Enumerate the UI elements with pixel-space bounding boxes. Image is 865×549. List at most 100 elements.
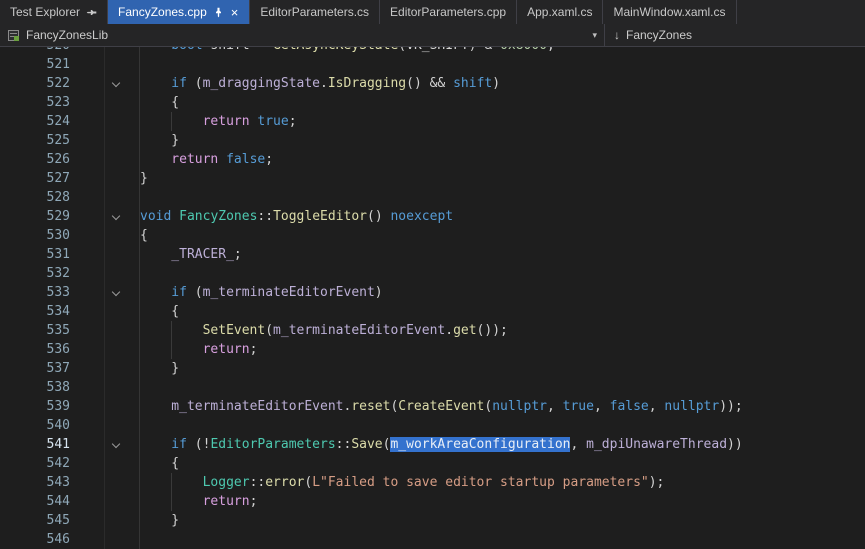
code-line[interactable]: 543Logger::error(L"Failed to save editor…: [0, 473, 865, 492]
project-dropdown-label: FancyZonesLib: [26, 28, 108, 42]
line-number: 541: [0, 435, 78, 454]
code-editor[interactable]: 520bool shift = GetAsyncKeyState(VK_SHIF…: [0, 47, 865, 549]
code-text: void FancyZones::ToggleEditor() noexcept: [140, 207, 865, 226]
code-line[interactable]: 539m_terminateEditorEvent.reset(CreateEv…: [0, 397, 865, 416]
token: (: [304, 475, 312, 490]
code-line[interactable]: 541 if (!EditorParameters::Save(m_workAre…: [0, 435, 865, 454]
code-line[interactable]: 532: [0, 264, 865, 283]
code-line[interactable]: 544return;: [0, 492, 865, 511]
code-line[interactable]: 531_TRACER_;: [0, 245, 865, 264]
token: _TRACER_: [171, 247, 234, 262]
fold-margin: [78, 397, 140, 416]
indent-space: [140, 302, 171, 321]
tool-window-tab-test-explorer[interactable]: Test Explorer: [0, 0, 108, 24]
indent-space: [140, 47, 171, 55]
token: (!: [187, 437, 210, 452]
code-text: if (m_draggingState.IsDragging() && shif…: [140, 74, 865, 93]
tab-App.xaml.cs[interactable]: App.xaml.cs: [517, 0, 603, 24]
fold-margin: [78, 530, 140, 549]
code-line[interactable]: 538: [0, 378, 865, 397]
pin-icon[interactable]: [213, 7, 224, 18]
code-line[interactable]: 536return;: [0, 340, 865, 359]
token: IsDragging: [328, 76, 406, 91]
indent-space: [140, 340, 171, 359]
code-line[interactable]: 540: [0, 416, 865, 435]
indent-space: [140, 131, 171, 150]
code-line[interactable]: 526return false;: [0, 150, 865, 169]
code-line[interactable]: 523{: [0, 93, 865, 112]
code-line[interactable]: 522if (m_draggingState.IsDragging() && s…: [0, 74, 865, 93]
token: ToggleEditor: [273, 209, 367, 224]
indent-space: [140, 473, 171, 492]
down-arrow-icon: ↓: [614, 28, 620, 42]
code-line[interactable]: 542{: [0, 454, 865, 473]
indent-space: [140, 112, 171, 131]
tab-label: MainWindow.xaml.cs: [613, 5, 725, 19]
code-text: [140, 416, 865, 435]
token: VK_SHIFT: [406, 47, 469, 53]
fold-margin: [78, 473, 140, 492]
code-text: return true;: [140, 112, 865, 131]
token: }: [171, 133, 179, 148]
token: if: [171, 437, 187, 452]
token: nullptr: [492, 399, 547, 414]
line-number: 537: [0, 359, 78, 378]
code-line[interactable]: 546: [0, 530, 865, 549]
code-text: if (!EditorParameters::Save(m_workAreaCo…: [140, 435, 865, 454]
code-line[interactable]: 529void FancyZones::ToggleEditor() noexc…: [0, 207, 865, 226]
member-dropdown-label: FancyZones: [626, 28, 692, 42]
token: ;: [289, 114, 297, 129]
code-line[interactable]: 521: [0, 55, 865, 74]
code-line[interactable]: 525}: [0, 131, 865, 150]
token: false: [226, 152, 265, 167]
token: EditorParameters: [210, 437, 335, 452]
fold-collapse-icon[interactable]: [112, 440, 120, 448]
indent-space: [140, 150, 171, 169]
token: ;: [250, 494, 258, 509]
code-text: }: [140, 131, 865, 150]
code-text: [140, 55, 865, 74]
code-line[interactable]: 535SetEvent(m_terminateEditorEvent.get()…: [0, 321, 865, 340]
code-line[interactable]: 537}: [0, 359, 865, 378]
fold-margin: [78, 245, 140, 264]
line-number: 535: [0, 321, 78, 340]
project-dropdown[interactable]: FancyZonesLib ▾: [0, 24, 605, 46]
code-line[interactable]: 534{: [0, 302, 865, 321]
code-text: [140, 378, 865, 397]
close-icon[interactable]: ×: [230, 6, 240, 19]
code-line[interactable]: 545}: [0, 511, 865, 530]
token: shift: [453, 76, 492, 91]
code-line[interactable]: 520bool shift = GetAsyncKeyState(VK_SHIF…: [0, 47, 865, 55]
chevron-down-icon[interactable]: ▾: [592, 30, 597, 41]
token: ): [375, 285, 383, 300]
fold-collapse-icon[interactable]: [112, 288, 120, 296]
token: GetAsyncKeyState: [273, 47, 398, 53]
code-line[interactable]: 524return true;: [0, 112, 865, 131]
fold-collapse-icon[interactable]: [112, 79, 120, 87]
code-text: }: [140, 511, 865, 530]
code-line[interactable]: 527}: [0, 169, 865, 188]
line-number: 528: [0, 188, 78, 207]
indent-guide: [171, 340, 202, 359]
tab-EditorParameters.cpp[interactable]: EditorParameters.cpp: [380, 0, 517, 24]
tab-EditorParameters.cs[interactable]: EditorParameters.cs: [250, 0, 380, 24]
fold-margin: [78, 169, 140, 188]
code-line[interactable]: 528: [0, 188, 865, 207]
tab-FancyZones.cpp[interactable]: FancyZones.cpp×: [108, 0, 250, 24]
token: SetEvent: [203, 323, 266, 338]
pin-icon[interactable]: [86, 7, 97, 18]
fold-margin: [78, 264, 140, 283]
token: (: [398, 47, 406, 53]
indent-space: [140, 245, 171, 264]
token: return: [203, 494, 250, 509]
tab-MainWindow.xaml.cs[interactable]: MainWindow.xaml.cs: [603, 0, 736, 24]
line-number: 526: [0, 150, 78, 169]
member-dropdown[interactable]: ↓ FancyZones: [605, 24, 865, 46]
token: ,: [649, 399, 665, 414]
token: ));: [719, 399, 742, 414]
code-line[interactable]: 533if (m_terminateEditorEvent): [0, 283, 865, 302]
indent-space: [140, 74, 171, 93]
code-line[interactable]: 530{: [0, 226, 865, 245]
fold-margin: [78, 283, 140, 302]
fold-collapse-icon[interactable]: [112, 212, 120, 220]
